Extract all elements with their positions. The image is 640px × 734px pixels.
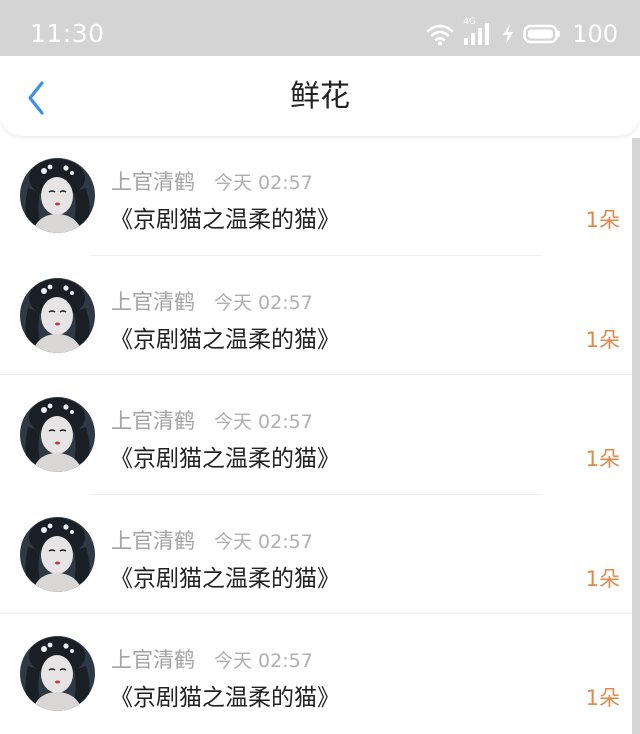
list-item[interactable]: 上官清鹤 今天 02:57 《京剧猫之温柔的猫》 1朵 <box>0 494 632 614</box>
work-title[interactable]: 《京剧猫之温柔的猫》 <box>110 200 340 234</box>
avatar[interactable] <box>20 516 95 592</box>
scrollbar[interactable] <box>632 138 640 734</box>
user-name[interactable]: 上官清鹤 <box>111 286 195 316</box>
wifi-icon <box>426 24 454 46</box>
work-title[interactable]: 《京剧猫之温柔的猫》 <box>110 678 340 712</box>
charging-icon <box>503 24 514 44</box>
avatar[interactable] <box>20 636 95 711</box>
battery-icon <box>523 24 561 44</box>
avatar[interactable] <box>20 158 95 233</box>
battery-percentage: 100 <box>572 20 618 48</box>
page-title: 鲜花 <box>290 79 350 114</box>
avatar[interactable] <box>20 397 95 472</box>
status-bar: 11:30 4G 100 <box>0 0 640 56</box>
list-item[interactable]: 上官清鹤 今天 02:57 《京剧猫之温柔的猫》 1朵 <box>0 375 632 495</box>
timestamp: 今天 02:57 <box>214 291 313 314</box>
navigation-header: 鲜花 <box>0 56 640 136</box>
flower-record-list: 上官清鹤 今天 02:57 《京剧猫之温柔的猫》 1朵 上官清鹤 今天 02:5… <box>0 136 632 734</box>
flower-count: 1朵 <box>585 208 620 232</box>
user-name[interactable]: 上官清鹤 <box>111 405 195 435</box>
list-item[interactable]: 上官清鹤 今天 02:57 《京剧猫之温柔的猫》 1朵 <box>0 136 632 256</box>
flower-count: 1朵 <box>585 447 620 471</box>
avatar[interactable] <box>20 277 95 353</box>
timestamp: 今天 02:57 <box>214 411 313 433</box>
timestamp: 今天 02:57 <box>214 650 313 672</box>
user-name[interactable]: 上官清鹤 <box>111 525 195 555</box>
user-name[interactable]: 上官清鹤 <box>111 166 195 196</box>
flower-count: 1朵 <box>585 327 620 352</box>
work-title[interactable]: 《京剧猫之温柔的猫》 <box>110 559 340 593</box>
timestamp: 今天 02:57 <box>214 530 313 553</box>
timestamp: 今天 02:57 <box>214 172 313 194</box>
signal-icon: 4G <box>463 17 493 47</box>
work-title[interactable]: 《京剧猫之温柔的猫》 <box>110 439 340 473</box>
work-title[interactable]: 《京剧猫之温柔的猫》 <box>110 320 340 354</box>
user-name[interactable]: 上官清鹤 <box>111 644 195 674</box>
status-icons: 4G 100 <box>426 17 618 48</box>
list-item[interactable]: 上官清鹤 今天 02:57 《京剧猫之温柔的猫》 1朵 <box>0 255 632 375</box>
flower-count: 1朵 <box>585 686 620 710</box>
list-item[interactable]: 上官清鹤 今天 02:57 《京剧猫之温柔的猫》 1朵 <box>0 614 632 734</box>
flower-count: 1朵 <box>585 566 620 591</box>
